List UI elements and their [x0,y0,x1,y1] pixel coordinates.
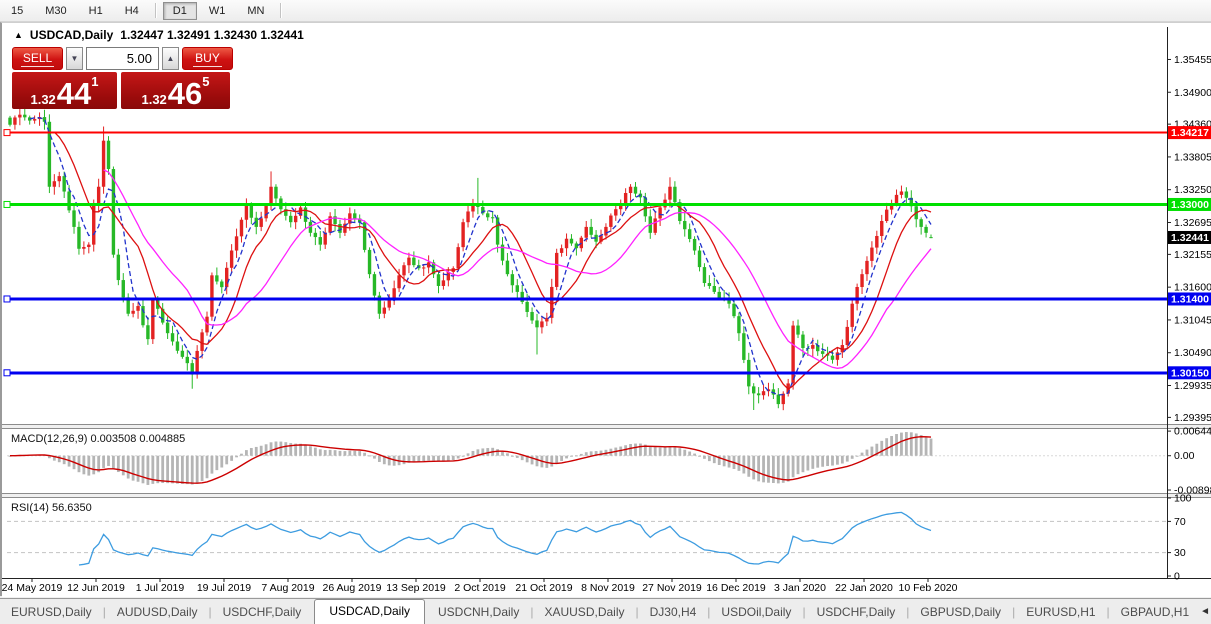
buy-button-label: BUY [193,50,222,67]
rsi-tick-label: 0 [1174,571,1180,583]
hline-handle[interactable] [3,129,11,137]
buy-price-pip: 5 [202,74,210,89]
chart-tab-audusd-daily[interactable]: AUDUSD,Daily [106,601,209,624]
one-click-trading-panel: SELL ▼ ▲ BUY 1.32 44 1 1.32 46 5 [12,47,233,109]
buy-price-prefix: 1.32 [141,92,167,107]
macd-tick-label: 0.006448 [1174,426,1211,438]
chart-tab-usdchf-daily[interactable]: USDCHF,Daily [212,601,313,624]
chart-tab-gbpusd-daily[interactable]: GBPUSD,Daily [909,601,1012,624]
date-tick-label: 26 Aug 2019 [323,582,382,594]
date-tick-label: 16 Dec 2019 [706,582,766,594]
price-tick-label: 1.29395 [1174,412,1211,424]
spin-down-icon: ▼ [70,54,79,63]
timeframe-button-15[interactable]: 15 [1,2,33,20]
date-tick-label: 13 Sep 2019 [386,582,446,594]
date-tick-label: 27 Nov 2019 [642,582,702,594]
buy-button[interactable]: BUY [182,47,233,70]
price-tick-label: 1.33250 [1174,184,1211,196]
volume-decrease-button[interactable]: ▼ [66,47,83,70]
sell-price-box[interactable]: 1.32 44 1 [12,72,117,109]
price-tick-label: 1.35455 [1174,54,1211,66]
rsi-tick-label: 100 [1174,493,1192,505]
chart-tab-eurusd-daily[interactable]: EURUSD,Daily [0,601,103,624]
timeframe-toolbar: 15 M30 H1 H4 D1 W1 MN [0,0,1211,22]
price-tick-label: 1.34900 [1174,87,1211,99]
date-tick-label: 12 Jun 2019 [67,582,125,594]
spin-up-icon: ▲ [166,54,175,63]
sell-button-label: SELL [20,50,55,67]
level-label-text: 1.33000 [1171,199,1209,211]
hline-handle[interactable] [3,200,11,208]
trading-terminal: { "toolbar": { "timeframes": [ {"label":… [0,0,1211,624]
level-label-text: 1.31400 [1171,293,1209,305]
buy-price-box[interactable]: 1.32 46 5 [121,72,230,109]
level-label-text: 1.34217 [1171,127,1209,139]
chart-tab-eurusd-h1[interactable]: EURUSD,H1 [1015,601,1106,624]
one-click-collapse-icon[interactable]: ▲ [14,30,23,40]
price-tick-label: 1.32155 [1174,249,1211,261]
rsi-tick-label: 30 [1174,547,1186,559]
timeframe-button-d1[interactable]: D1 [162,1,197,20]
volume-increase-button[interactable]: ▲ [162,47,179,70]
chart-symbol-title: USDCAD,Daily [29,28,114,42]
chart-tab-usdcad-daily[interactable]: USDCAD,Daily [314,599,425,624]
chart-window: 1.35455 1.34900 1.34360 1.33805 1.33250 1.326… [0,22,1211,597]
level-label-text: 1.32441 [1171,232,1209,244]
level-label-text: 1.30150 [1171,367,1209,379]
date-axis: 24 May 2019 12 Jun 2019 1 Jul 2019 19 Jul 2… [2,579,958,594]
sell-price-prefix: 1.32 [30,92,56,107]
chart-tab-usdcnh-daily[interactable]: USDCNH,Daily [427,601,530,624]
date-tick-label: 1 Jul 2019 [136,582,185,594]
date-tick-label: 8 Nov 2019 [581,582,635,594]
timeframe-button-m30[interactable]: M30 [35,2,76,20]
macd-tick-label: 0.00 [1174,450,1195,462]
date-tick-label: 21 Oct 2019 [515,582,572,594]
price-tick-label: 1.30490 [1174,347,1211,359]
date-tick-label: 19 Jul 2019 [197,582,251,594]
price-tick-label: 1.31600 [1174,282,1211,294]
date-tick-label: 7 Aug 2019 [261,582,314,594]
date-tick-label: 22 Jan 2020 [835,582,893,594]
date-tick-label: 24 May 2019 [2,582,63,594]
sell-price-pip: 1 [91,74,99,89]
timeframe-button-h1[interactable]: H1 [79,2,113,20]
hline-handle[interactable] [3,369,11,377]
chart-tab-usdoil-daily[interactable]: USDOil,Daily [710,601,802,624]
toolbar-separator [154,3,157,18]
sell-button[interactable]: SELL [12,47,63,70]
date-tick-label: 3 Jan 2020 [774,582,826,594]
macd-label: MACD(12,26,9) 0.003508 0.004885 [11,433,185,445]
sell-price-big: 44 [56,75,92,111]
hline-handle[interactable] [3,295,11,303]
rsi-label: RSI(14) 56.6350 [11,502,92,514]
price-tick-label: 1.29935 [1174,380,1211,392]
toolbar-separator [280,3,283,18]
price-tick-label: 1.32695 [1174,217,1211,229]
timeframe-button-w1[interactable]: W1 [199,2,236,20]
tab-scroll-left-icon[interactable]: ◄ [1200,606,1210,617]
date-tick-label: 10 Feb 2020 [899,582,958,594]
chart-tab-gbpaud-h1[interactable]: GBPAUD,H1 [1110,601,1200,624]
price-tick-label: 1.31045 [1174,314,1211,326]
timeframe-button-h4[interactable]: H4 [115,2,149,20]
chart-ohlc-readout: 1.32447 1.32491 1.32430 1.32441 [120,28,304,42]
volume-input[interactable] [86,47,159,70]
date-tick-label: 2 Oct 2019 [454,582,506,594]
chart-title: ▲ USDCAD,Daily 1.32447 1.32491 1.32430 1… [14,28,304,42]
rsi-tick-label: 70 [1174,516,1186,528]
price-tick-label: 1.33805 [1174,151,1211,163]
chart-tab-bar: EURUSD,Daily | AUDUSD,Daily | USDCHF,Daily US… [0,598,1211,624]
chart-tab-xauusd-daily[interactable]: XAUUSD,Daily [533,601,635,624]
chart-tab-usdchf-daily[interactable]: USDCHF,Daily [806,601,907,624]
buy-price-big: 46 [167,75,203,111]
timeframe-button-mn[interactable]: MN [237,2,274,20]
chart-tab-dj30-h4[interactable]: DJ30,H4 [639,601,708,624]
